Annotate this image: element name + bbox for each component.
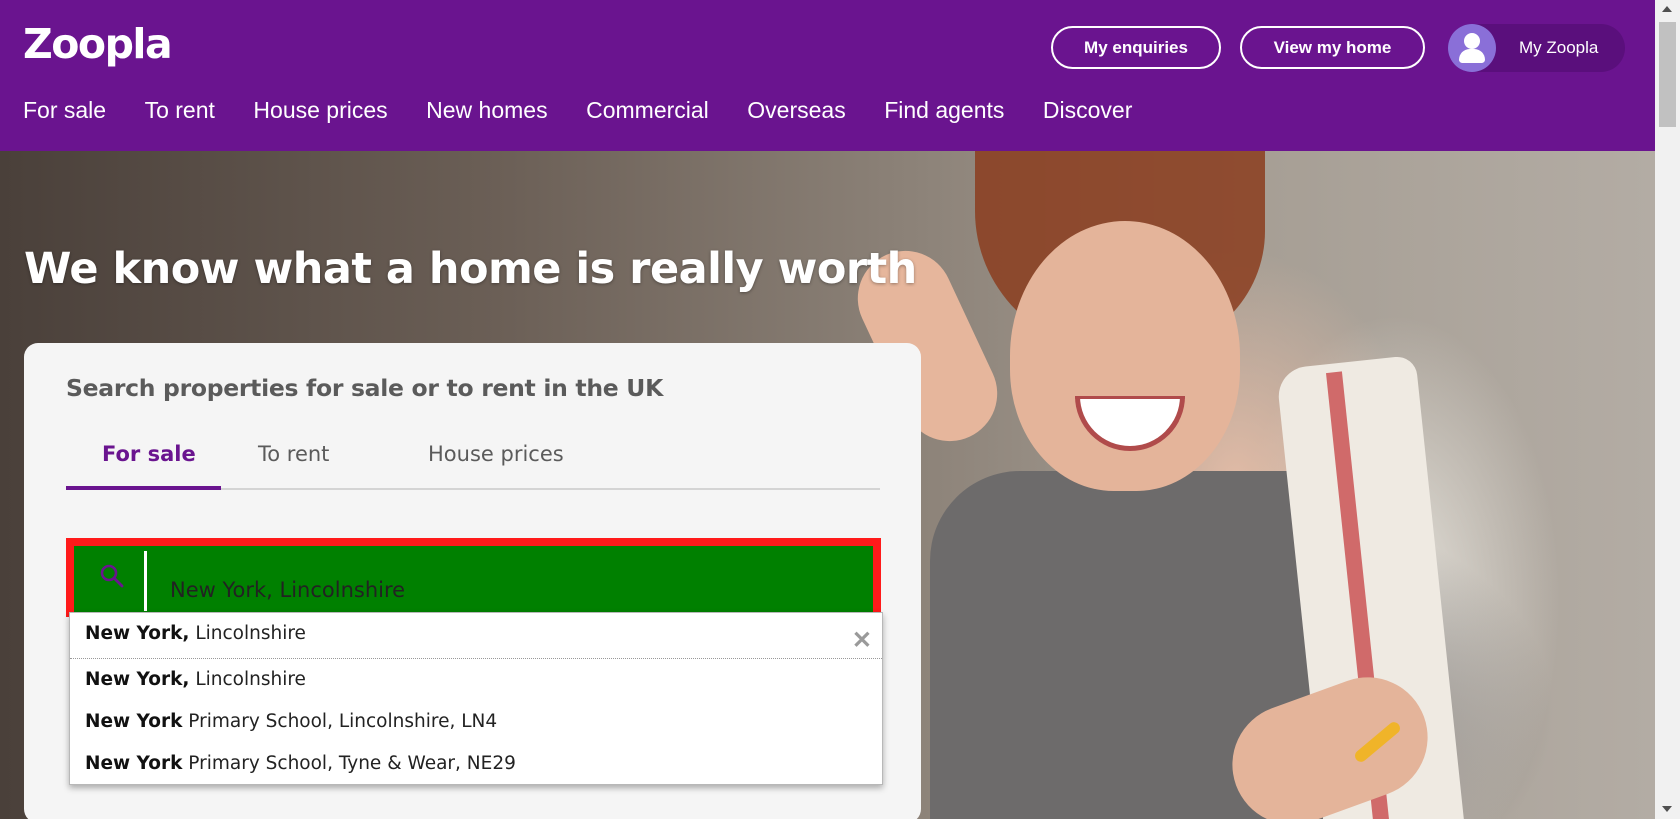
nav-new-homes[interactable]: New homes bbox=[426, 97, 547, 124]
nav-house-prices[interactable]: House prices bbox=[253, 97, 387, 124]
search-divider bbox=[144, 551, 147, 611]
my-zoopla-label: My Zoopla bbox=[1519, 38, 1599, 57]
scroll-up-arrow-icon[interactable] bbox=[1662, 6, 1672, 12]
suggestion-bold: New York bbox=[85, 753, 183, 774]
page-scrollbar[interactable] bbox=[1655, 0, 1680, 819]
my-enquiries-button[interactable]: My enquiries bbox=[1051, 26, 1221, 69]
nav-find-agents[interactable]: Find agents bbox=[884, 97, 1004, 124]
search-icon bbox=[100, 564, 124, 588]
suggestion-item[interactable]: New York Primary School, Lincolnshire, L… bbox=[85, 711, 497, 732]
main-nav: For sale To rent House prices New homes … bbox=[23, 97, 1132, 124]
zoopla-logo[interactable]: Zoopla bbox=[23, 19, 173, 69]
suggestion-rest: Lincolnshire bbox=[189, 669, 306, 690]
site-header: Zoopla My enquiries View my home My Zoop… bbox=[0, 0, 1655, 151]
suggestion-item[interactable]: New York Primary School, Tyne & Wear, NE… bbox=[85, 753, 516, 774]
active-tab-indicator bbox=[66, 486, 221, 490]
tab-for-sale[interactable]: For sale bbox=[102, 442, 196, 466]
suggestion-rest: Primary School, Lincolnshire, LN4 bbox=[182, 711, 498, 732]
scrollbar-thumb[interactable] bbox=[1659, 22, 1676, 127]
user-icon bbox=[1448, 24, 1496, 72]
tab-to-rent[interactable]: To rent bbox=[258, 442, 329, 466]
close-icon[interactable]: ✕ bbox=[852, 629, 872, 653]
search-input[interactable]: New York, Lincolnshire bbox=[170, 578, 405, 602]
suggestion-rest: Primary School, Tyne & Wear, NE29 bbox=[182, 753, 516, 774]
scroll-down-arrow-icon[interactable] bbox=[1662, 806, 1672, 812]
suggestion-bold: New York bbox=[85, 711, 183, 732]
hero-title: We know what a home is really worth bbox=[24, 244, 917, 294]
view-my-home-button[interactable]: View my home bbox=[1240, 26, 1425, 69]
current-location-rest: Lincolnshire bbox=[189, 623, 306, 644]
autocomplete-dropdown: New York, Lincolnshire ✕ New York, Linco… bbox=[69, 612, 883, 785]
current-location[interactable]: New York, Lincolnshire bbox=[85, 623, 306, 644]
nav-discover[interactable]: Discover bbox=[1043, 97, 1132, 124]
current-location-bold: New York, bbox=[85, 623, 190, 644]
search-card-title: Search properties for sale or to rent in… bbox=[66, 374, 664, 402]
search-field[interactable]: New York, Lincolnshire bbox=[66, 538, 881, 617]
suggestion-bold: New York, bbox=[85, 669, 190, 690]
nav-for-sale[interactable]: For sale bbox=[23, 97, 106, 124]
nav-to-rent[interactable]: To rent bbox=[145, 97, 215, 124]
search-tabs: For sale To rent House prices bbox=[66, 427, 880, 490]
nav-commercial[interactable]: Commercial bbox=[586, 97, 709, 124]
dropdown-separator bbox=[70, 658, 882, 659]
tab-house-prices[interactable]: House prices bbox=[428, 442, 564, 466]
suggestion-item[interactable]: New York, Lincolnshire bbox=[85, 669, 306, 690]
nav-overseas[interactable]: Overseas bbox=[747, 97, 845, 124]
my-zoopla-button[interactable]: My Zoopla bbox=[1448, 24, 1625, 72]
